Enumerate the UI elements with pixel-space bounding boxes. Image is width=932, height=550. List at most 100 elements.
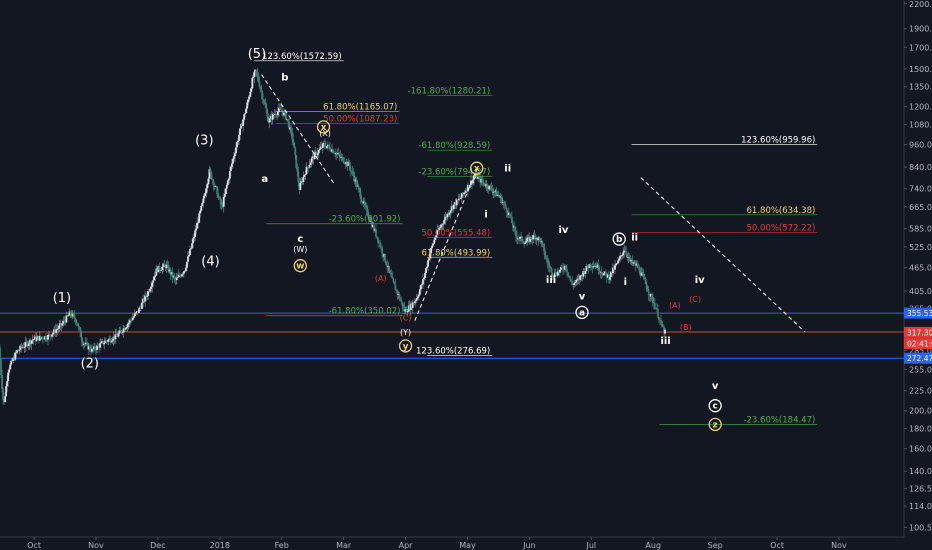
candle-body[interactable] xyxy=(530,237,533,240)
candle-body[interactable] xyxy=(449,210,452,213)
candle-body[interactable] xyxy=(151,282,154,287)
candle-body[interactable] xyxy=(418,289,421,295)
candle-body[interactable] xyxy=(348,162,351,167)
candle-body[interactable] xyxy=(199,210,202,214)
candle-body[interactable] xyxy=(321,143,324,148)
candle-body[interactable] xyxy=(216,188,219,198)
candle-body[interactable] xyxy=(349,166,352,171)
candle-body[interactable] xyxy=(244,113,247,115)
candle-body[interactable] xyxy=(586,265,589,268)
candle-body[interactable] xyxy=(497,194,500,197)
candle-body[interactable] xyxy=(83,343,86,345)
candle-body[interactable] xyxy=(290,127,293,132)
candle-body[interactable] xyxy=(149,288,152,292)
candle-body[interactable] xyxy=(127,322,130,325)
candle-body[interactable] xyxy=(292,139,295,143)
candle-body[interactable] xyxy=(310,158,313,163)
candle-body[interactable] xyxy=(357,185,360,189)
candle-body[interactable] xyxy=(661,321,663,327)
candle-body[interactable] xyxy=(602,273,605,276)
candle-body[interactable] xyxy=(249,91,252,97)
candle-body[interactable] xyxy=(61,323,64,326)
candle-body[interactable] xyxy=(23,346,26,348)
candle-body[interactable] xyxy=(342,157,345,163)
candle-body[interactable] xyxy=(203,195,206,199)
candle-body[interactable] xyxy=(243,114,246,120)
candle-body[interactable] xyxy=(220,204,223,206)
candle-body[interactable] xyxy=(130,320,133,321)
candle-body[interactable] xyxy=(7,372,10,382)
candle-body[interactable] xyxy=(52,332,55,335)
candle-body[interactable] xyxy=(428,258,430,261)
candle-body[interactable] xyxy=(417,294,420,297)
candle-body[interactable] xyxy=(505,208,508,213)
candle-body[interactable] xyxy=(305,166,308,175)
candle-body[interactable] xyxy=(2,389,4,400)
candle-body[interactable] xyxy=(205,188,208,194)
candle-body[interactable] xyxy=(257,75,260,82)
candle-body[interactable] xyxy=(185,267,187,271)
candle-body[interactable] xyxy=(514,226,516,231)
candle-body[interactable] xyxy=(558,269,561,273)
candle-body[interactable] xyxy=(542,244,545,248)
candle-body[interactable] xyxy=(531,239,534,241)
candle-body[interactable] xyxy=(274,114,277,116)
candle-body[interactable] xyxy=(266,112,269,122)
candle-body[interactable] xyxy=(625,251,628,255)
candle-body[interactable] xyxy=(546,259,549,264)
candle-body[interactable] xyxy=(228,170,231,179)
candle-body[interactable] xyxy=(80,337,83,342)
candle-body[interactable] xyxy=(622,252,625,256)
candle-body[interactable] xyxy=(133,313,136,317)
candle-body[interactable] xyxy=(598,270,601,273)
candle-body[interactable] xyxy=(138,308,140,313)
candle-body[interactable] xyxy=(458,198,461,200)
candle-body[interactable] xyxy=(193,236,196,239)
candle-body[interactable] xyxy=(224,188,227,194)
candle-body[interactable] xyxy=(642,273,645,277)
candle-body[interactable] xyxy=(192,238,194,244)
candle-body[interactable] xyxy=(247,99,250,103)
chart-canvas[interactable]: 2200.00 1900.00 1700.00 1500.00 1350.00 1200.… xyxy=(0,0,932,550)
candle-body[interactable] xyxy=(32,339,35,340)
candle-body[interactable] xyxy=(376,236,378,238)
candle-body[interactable] xyxy=(111,340,114,342)
candle-body[interactable] xyxy=(545,257,548,260)
candle-body[interactable] xyxy=(401,302,404,308)
candle-body[interactable] xyxy=(421,284,423,286)
candle-body[interactable] xyxy=(309,162,312,165)
candle-body[interactable] xyxy=(236,142,238,148)
candle-body[interactable] xyxy=(662,326,664,328)
candle-body[interactable] xyxy=(308,164,311,168)
candle-body[interactable] xyxy=(248,96,251,100)
candle-body[interactable] xyxy=(160,270,163,271)
candle-body[interactable] xyxy=(432,243,435,246)
candle-body[interactable] xyxy=(67,315,70,317)
candle-body[interactable] xyxy=(299,183,302,190)
candle-body[interactable] xyxy=(420,284,422,290)
candle-body[interactable] xyxy=(294,147,297,156)
candle-body[interactable] xyxy=(250,88,253,92)
candle-body[interactable] xyxy=(75,322,78,324)
candle-body[interactable] xyxy=(393,281,396,285)
candle-body[interactable] xyxy=(293,142,296,148)
candle-body[interactable] xyxy=(326,146,328,148)
candle-body[interactable] xyxy=(76,322,79,327)
candle-body[interactable] xyxy=(452,204,455,210)
candle-body[interactable] xyxy=(187,256,189,262)
candle-body[interactable] xyxy=(295,155,298,168)
candle-body[interactable] xyxy=(379,242,381,247)
candle-body[interactable] xyxy=(253,71,256,78)
candle-body[interactable] xyxy=(526,238,529,242)
candle-body[interactable] xyxy=(567,272,569,276)
candle-body[interactable] xyxy=(0,360,2,376)
candle-body[interactable] xyxy=(39,335,42,338)
candle-body[interactable] xyxy=(296,167,299,172)
candle-body[interactable] xyxy=(232,158,234,164)
candle-body[interactable] xyxy=(226,180,229,186)
candle-body[interactable] xyxy=(237,140,239,143)
candle-body[interactable] xyxy=(146,295,149,297)
candle-body[interactable] xyxy=(4,396,7,402)
candle-body[interactable] xyxy=(58,325,61,329)
candle-body[interactable] xyxy=(55,329,58,333)
